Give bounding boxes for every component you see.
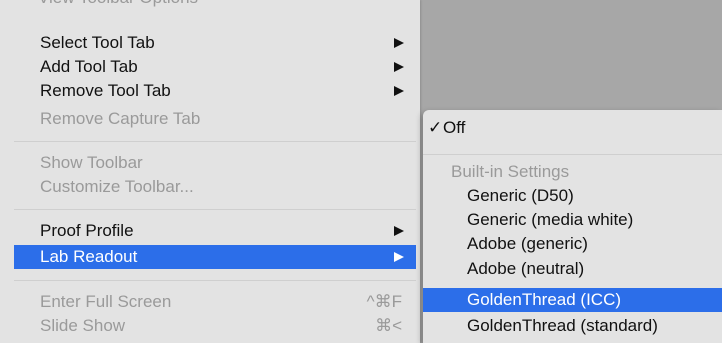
- menu-item-label: Lab Readout: [40, 247, 138, 266]
- submenu-item-label: GoldenThread (ICC): [467, 290, 622, 309]
- menu-item-label: Enter Full Screen: [40, 292, 172, 311]
- menu-item-lab-readout[interactable]: Lab Readout: [14, 245, 416, 269]
- menu-item-remove-tool-tab[interactable]: Remove Tool Tab: [14, 79, 416, 103]
- submenu-arrow-icon: [394, 245, 404, 269]
- submenu-item-label: Off: [443, 118, 466, 137]
- menu-item-label: Show Toolbar: [40, 153, 143, 172]
- lab-readout-submenu: ✓ Off Built-in Settings Generic (D50) Ge…: [423, 110, 722, 343]
- menu-item-enter-full-screen: Enter Full Screen ^⌘F: [14, 290, 416, 314]
- menu-item-label: Remove Capture Tab: [40, 109, 201, 128]
- menu-item-proof-profile[interactable]: Proof Profile: [14, 219, 416, 243]
- menu-item-show-toolbar: Show Toolbar: [14, 151, 416, 175]
- menu-item-label: Select Tool Tab: [40, 33, 155, 52]
- submenu-arrow-icon: [394, 55, 404, 79]
- submenu-item-adobe-generic[interactable]: Adobe (generic): [423, 232, 722, 256]
- submenu-item-generic-media-white[interactable]: Generic (media white): [423, 208, 722, 232]
- keyboard-shortcut: ⌘<: [375, 316, 402, 335]
- submenu-item-goldenthread-standard[interactable]: GoldenThread (standard): [423, 314, 722, 338]
- view-menu: View Toolbar Options Select Tool Tab Add…: [0, 0, 420, 343]
- submenu-item-label: GoldenThread (standard): [467, 316, 658, 335]
- submenu-arrow-icon: [394, 79, 404, 103]
- submenu-item-label: Adobe (generic): [467, 234, 588, 253]
- menu-item-label: Slide Show: [40, 316, 126, 335]
- menu-separator: [14, 141, 416, 142]
- keyboard-shortcut: ^⌘F: [366, 292, 402, 311]
- submenu-arrow-icon: [394, 219, 404, 243]
- submenu-header-label: Built-in Settings: [451, 162, 570, 181]
- submenu-item-off[interactable]: ✓ Off: [423, 116, 722, 140]
- submenu-item-goldenthread-icc[interactable]: GoldenThread (ICC): [423, 288, 722, 312]
- submenu-item-generic-d50[interactable]: Generic (D50): [423, 184, 722, 208]
- menu-item-label: Remove Tool Tab: [40, 81, 171, 100]
- submenu-item-label: Generic (media white): [467, 210, 634, 229]
- submenu-separator: [423, 154, 722, 155]
- menu-item-label: Add Tool Tab: [40, 57, 138, 76]
- submenu-arrow-icon: [394, 31, 404, 55]
- menu-item-select-tool-tab[interactable]: Select Tool Tab: [14, 31, 416, 55]
- submenu-item-label: Generic (D50): [467, 186, 574, 205]
- submenu-section-header: Built-in Settings: [423, 160, 722, 184]
- menu-item-cut-off: View Toolbar Options: [38, 0, 198, 8]
- submenu-item-label: Adobe (neutral): [467, 259, 585, 278]
- menu-separator: [14, 209, 416, 210]
- menu-item-label: Customize Toolbar...: [40, 177, 194, 196]
- menu-separator: [14, 280, 416, 281]
- menu-item-add-tool-tab[interactable]: Add Tool Tab: [14, 55, 416, 79]
- menu-item-remove-capture-tab: Remove Capture Tab: [14, 107, 416, 131]
- submenu-item-adobe-neutral[interactable]: Adobe (neutral): [423, 257, 722, 281]
- menu-item-label: Proof Profile: [40, 221, 134, 240]
- menu-item-slide-show: Slide Show ⌘<: [14, 314, 416, 338]
- menu-item-customize-toolbar: Customize Toolbar...: [14, 175, 416, 199]
- checkmark-icon: ✓: [428, 118, 443, 137]
